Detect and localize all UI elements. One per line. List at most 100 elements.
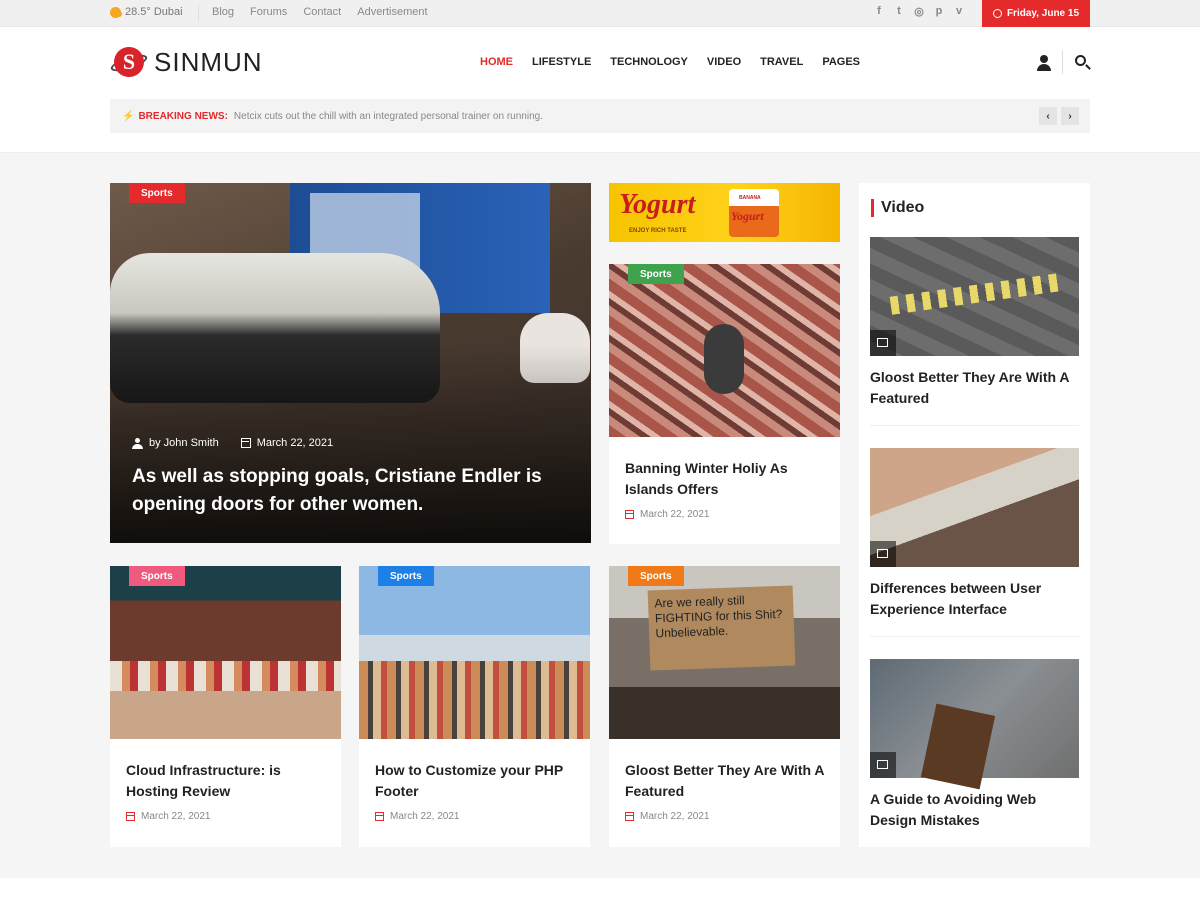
ad-brand: Yogurt bbox=[619, 189, 696, 220]
video-badge bbox=[870, 330, 896, 356]
article-title[interactable]: How to Customize your PHP Footer bbox=[375, 760, 575, 802]
vimeo-icon[interactable]: v bbox=[954, 5, 964, 18]
date-badge: Friday, June 15 bbox=[982, 0, 1090, 27]
logo-letter: S bbox=[114, 47, 144, 77]
featured-hero-card[interactable]: Sports by John Smith March 22, 2021 As w… bbox=[110, 183, 591, 543]
category-tag[interactable]: Sports bbox=[378, 566, 434, 586]
article-image bbox=[609, 264, 840, 437]
twitter-icon[interactable]: t bbox=[894, 5, 904, 18]
hero-meta: by John Smith March 22, 2021 bbox=[132, 437, 333, 449]
video-camera-icon bbox=[877, 338, 888, 347]
video-badge bbox=[870, 541, 896, 567]
calendar-icon bbox=[126, 812, 135, 821]
video-title[interactable]: Gloost Better They Are With A Featured bbox=[870, 367, 1080, 409]
site-logo[interactable]: S SINMUN bbox=[109, 45, 263, 79]
hero-title[interactable]: As well as stopping goals, Cristiane End… bbox=[132, 463, 572, 519]
video-camera-icon bbox=[877, 760, 888, 769]
article-date: March 22, 2021 bbox=[625, 811, 710, 822]
weather-widget: 28.5° Dubai bbox=[110, 6, 183, 18]
category-tag[interactable]: Sports bbox=[628, 566, 684, 586]
facebook-icon[interactable]: f bbox=[874, 5, 884, 18]
article-card[interactable]: Sports Cloud Infrastructure: is Hosting … bbox=[110, 566, 341, 847]
article-date-text: March 22, 2021 bbox=[640, 811, 710, 822]
article-date: March 22, 2021 bbox=[625, 509, 710, 520]
article-date-text: March 22, 2021 bbox=[640, 509, 710, 520]
video-thumbnail[interactable] bbox=[870, 448, 1079, 567]
article-title[interactable]: Gloost Better They Are With A Featured bbox=[625, 760, 825, 802]
nav-technology[interactable]: TECHNOLOGY bbox=[610, 56, 688, 68]
site-header: S SINMUN HOME LIFESTYLE TECHNOLOGY VIDEO… bbox=[0, 27, 1200, 153]
category-tag[interactable]: Sports bbox=[129, 566, 185, 586]
nav-travel[interactable]: TRAVEL bbox=[760, 56, 803, 68]
top-bar: 28.5° Dubai Blog Forums Contact Advertis… bbox=[0, 0, 1200, 27]
user-icon[interactable] bbox=[1037, 55, 1051, 71]
top-link-advertisement[interactable]: Advertisement bbox=[357, 6, 427, 18]
pinterest-icon[interactable]: p bbox=[934, 5, 944, 18]
weather-cloud-sun-icon bbox=[110, 6, 122, 18]
video-thumbnail[interactable] bbox=[870, 659, 1079, 778]
logo-text: SINMUN bbox=[154, 46, 263, 77]
protest-sign-text: Are we really still FIGHTING for this Sh… bbox=[654, 593, 783, 641]
article-date-text: March 22, 2021 bbox=[141, 811, 211, 822]
nav-pages[interactable]: PAGES bbox=[822, 56, 860, 68]
ad-cup-label: Yogurt bbox=[731, 209, 764, 223]
bolt-icon: ⚡ bbox=[122, 110, 135, 122]
footer-band bbox=[0, 878, 1200, 900]
logo-mark-icon: S bbox=[109, 45, 149, 79]
calendar-icon bbox=[625, 510, 634, 519]
hero-author[interactable]: by John Smith bbox=[149, 437, 219, 449]
article-title[interactable]: Banning Winter Holiy As Islands Offers bbox=[625, 458, 825, 500]
article-card[interactable]: Sports How to Customize your PHP Footer … bbox=[359, 566, 590, 847]
breaking-news-text[interactable]: Netcix cuts out the chill with an integr… bbox=[234, 111, 543, 122]
article-image bbox=[359, 566, 590, 739]
article-image bbox=[110, 566, 341, 739]
social-links: f t ◎ p v bbox=[874, 5, 964, 18]
nav-home[interactable]: HOME bbox=[480, 56, 513, 68]
breaking-news-label: BREAKING NEWS: bbox=[138, 110, 228, 122]
video-thumbnail[interactable] bbox=[870, 237, 1079, 356]
nav-video[interactable]: VIDEO bbox=[707, 56, 741, 68]
article-card[interactable]: Are we really still FIGHTING for this Sh… bbox=[609, 566, 840, 847]
breaking-prev-button[interactable]: ‹ bbox=[1039, 107, 1057, 125]
article-card[interactable]: Sports Banning Winter Holiy As Islands O… bbox=[609, 264, 840, 544]
ad-yogurt-cup-image: Yogurt BANANA bbox=[729, 189, 779, 237]
category-tag[interactable]: Sports bbox=[129, 183, 185, 203]
top-link-contact[interactable]: Contact bbox=[303, 6, 341, 18]
ad-tagline: ENJOY RICH TASTE bbox=[629, 228, 687, 234]
divider bbox=[1062, 50, 1063, 74]
main-nav: HOME LIFESTYLE TECHNOLOGY VIDEO TRAVEL P… bbox=[480, 56, 879, 68]
video-camera-icon bbox=[877, 549, 888, 558]
article-image: Are we really still FIGHTING for this Sh… bbox=[609, 566, 840, 739]
nav-lifestyle[interactable]: LIFESTYLE bbox=[532, 56, 591, 68]
sidebar-heading: Video bbox=[871, 199, 924, 217]
article-date: March 22, 2021 bbox=[126, 811, 211, 822]
divider bbox=[870, 425, 1079, 426]
author-icon bbox=[132, 437, 143, 449]
search-icon[interactable] bbox=[1075, 55, 1086, 66]
current-date: Friday, June 15 bbox=[1006, 8, 1080, 19]
article-date-text: March 22, 2021 bbox=[390, 811, 460, 822]
calendar-icon bbox=[240, 438, 251, 448]
category-tag[interactable]: Sports bbox=[628, 264, 684, 284]
yogurt-ad-banner[interactable]: Yogurt Yogurt BANANA ENJOY RICH TASTE bbox=[609, 183, 840, 242]
top-links: Blog Forums Contact Advertisement bbox=[212, 6, 444, 18]
breaking-next-button[interactable]: › bbox=[1061, 107, 1079, 125]
article-date: March 22, 2021 bbox=[375, 811, 460, 822]
article-title[interactable]: Cloud Infrastructure: is Hosting Review bbox=[126, 760, 326, 802]
divider bbox=[870, 636, 1079, 637]
breaking-news-bar: ⚡ BREAKING NEWS: Netcix cuts out the chi… bbox=[110, 99, 1090, 133]
top-link-forums[interactable]: Forums bbox=[250, 6, 287, 18]
calendar-icon bbox=[625, 812, 634, 821]
ad-flavor: BANANA bbox=[739, 195, 761, 201]
video-sidebar: Video Gloost Better They Are With A Feat… bbox=[859, 183, 1090, 847]
calendar-icon bbox=[375, 812, 384, 821]
instagram-icon[interactable]: ◎ bbox=[914, 5, 924, 18]
clock-icon bbox=[992, 9, 1002, 18]
video-title[interactable]: Differences between User Experience Inte… bbox=[870, 578, 1080, 620]
video-title[interactable]: A Guide to Avoiding Web Design Mistakes bbox=[870, 789, 1080, 831]
divider bbox=[198, 5, 199, 21]
video-badge bbox=[870, 752, 896, 778]
top-link-blog[interactable]: Blog bbox=[212, 6, 234, 18]
hero-date: March 22, 2021 bbox=[256, 437, 334, 449]
weather-text: 28.5° Dubai bbox=[125, 6, 183, 18]
